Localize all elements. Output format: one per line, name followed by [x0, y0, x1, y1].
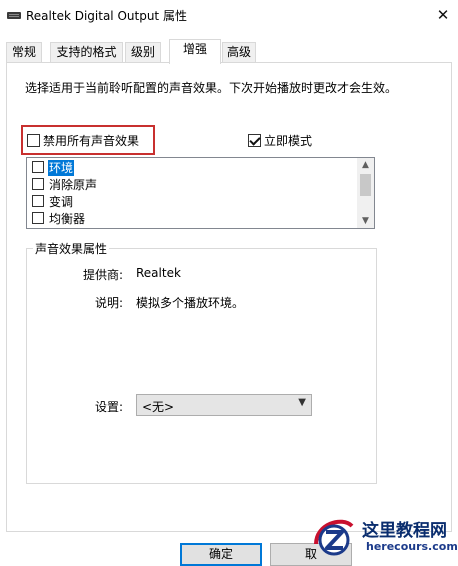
chevron-down-icon[interactable]: ▼ — [357, 214, 374, 228]
speaker-icon — [7, 12, 21, 19]
list-scrollbar[interactable]: ▲ ▼ — [357, 158, 374, 228]
provider-value: Realtek — [136, 266, 181, 280]
watermark-title: 这里教程网 — [362, 521, 447, 541]
watermark-logo-icon — [314, 519, 354, 556]
tab-strip: 常规 支持的格式 级别 增强 高级 — [0, 39, 458, 64]
effect-checkbox[interactable] — [32, 161, 44, 173]
settings-select[interactable]: <无> ▼ — [136, 394, 312, 416]
effect-properties-group: 声音效果属性 提供商: Realtek 说明: 模拟多个播放环境。 设置: <无… — [26, 240, 377, 484]
disable-all-label[interactable]: 禁用所有声音效果 — [43, 132, 139, 149]
watermark: 这里教程网 herecours.com — [308, 512, 458, 558]
immediate-mode-checkbox[interactable] — [248, 134, 261, 147]
title-bar: Realtek Digital Output 属性 ✕ — [0, 0, 458, 31]
immediate-mode-label[interactable]: 立即模式 — [264, 132, 312, 149]
disable-all-checkbox[interactable] — [27, 134, 40, 147]
tab-supported-formats[interactable]: 支持的格式 — [50, 42, 123, 63]
effect-checkbox[interactable] — [32, 178, 44, 190]
watermark-url: herecours.com — [366, 540, 458, 553]
provider-label: 提供商: — [82, 268, 123, 282]
effect-checkbox[interactable] — [32, 212, 44, 224]
description-value: 模拟多个播放环境。 — [136, 296, 245, 310]
enhancements-description: 选择适用于当前聆听配置的声音效果。下次开始播放时更改才会生效。 — [25, 81, 398, 95]
effect-checkbox[interactable] — [32, 195, 44, 207]
tab-general[interactable]: 常规 — [6, 42, 42, 63]
close-icon: ✕ — [436, 6, 450, 24]
chevron-up-icon[interactable]: ▲ — [357, 158, 374, 172]
group-title: 声音效果属性 — [33, 240, 110, 257]
chevron-down-icon: ▼ — [298, 397, 306, 408]
ok-button[interactable]: 确定 — [180, 543, 262, 566]
close-button[interactable]: ✕ — [430, 3, 456, 27]
tab-levels[interactable]: 级别 — [125, 42, 161, 63]
enhancements-panel: 选择适用于当前聆听配置的声音效果。下次开始播放时更改才会生效。 禁用所有声音效果… — [6, 62, 452, 532]
description-label: 说明: — [94, 296, 123, 310]
settings-label: 设置: — [94, 400, 123, 414]
scrollbar-thumb[interactable] — [360, 174, 371, 196]
effects-list[interactable]: 环境 消除原声 变调 均衡器 ▲ ▼ — [26, 157, 375, 229]
tab-enhancements[interactable]: 增强 — [169, 39, 221, 64]
window-title: Realtek Digital Output 属性 — [26, 9, 187, 23]
tab-advanced[interactable]: 高级 — [222, 42, 256, 63]
settings-selected-value: <无> — [142, 400, 175, 414]
